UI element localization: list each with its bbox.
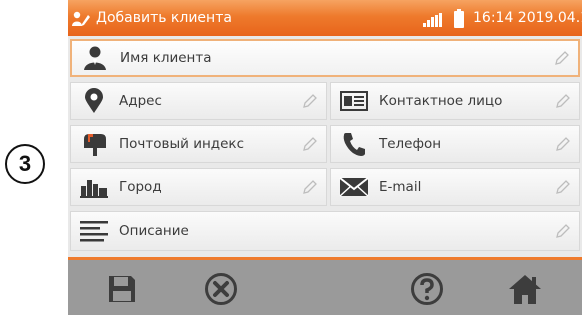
client-name-field[interactable]: Имя клиента: [70, 39, 580, 77]
pencil-icon[interactable]: [302, 93, 318, 109]
person-icon: [80, 45, 110, 71]
address-field[interactable]: Адрес: [70, 82, 327, 120]
pencil-icon[interactable]: [555, 93, 571, 109]
id-card-icon: [339, 88, 369, 114]
postal-code-field[interactable]: Почтовый индекс: [70, 125, 327, 163]
pencil-icon[interactable]: [554, 50, 570, 66]
screen-title: Добавить клиента: [96, 10, 232, 26]
step-marker: 3: [5, 144, 45, 184]
home-icon: [509, 275, 541, 304]
location-pin-icon: [79, 88, 109, 114]
cancel-icon: [205, 273, 237, 305]
save-icon: [109, 276, 135, 302]
cancel-button[interactable]: [201, 269, 241, 309]
help-button[interactable]: [407, 269, 447, 309]
phone-icon: [339, 131, 369, 157]
phone-field[interactable]: Телефон: [330, 125, 580, 163]
clock: 16:14 2019.04.10: [473, 10, 582, 26]
mailbox-icon: [79, 131, 109, 157]
help-icon: [411, 273, 443, 305]
pencil-icon[interactable]: [302, 136, 318, 152]
client-name-label: Имя клиента: [120, 50, 212, 66]
address-label: Адрес: [119, 93, 162, 109]
email-label: E-mail: [379, 179, 422, 195]
pencil-icon[interactable]: [555, 223, 571, 239]
status-bar: Добавить клиента 16:14 2019.04.10: [68, 0, 582, 36]
phone-label: Телефон: [379, 136, 442, 152]
home-button[interactable]: [505, 269, 545, 309]
envelope-icon: [339, 174, 369, 200]
city-icon: [79, 174, 109, 200]
device-screen: Добавить клиента 16:14 2019.04.10 Имя кл…: [68, 0, 582, 315]
person-edit-icon: [72, 11, 90, 26]
signal-icon: [423, 13, 442, 27]
email-field[interactable]: E-mail: [330, 168, 580, 206]
postal-code-label: Почтовый индекс: [119, 136, 245, 152]
pencil-icon[interactable]: [302, 179, 318, 195]
lines-icon: [79, 218, 109, 244]
city-label: Город: [119, 179, 162, 195]
city-field[interactable]: Город: [70, 168, 327, 206]
pencil-icon[interactable]: [555, 136, 571, 152]
battery-icon: [454, 9, 464, 28]
bottom-toolbar: [68, 257, 582, 315]
contact-person-field[interactable]: Контактное лицо: [330, 82, 580, 120]
contact-person-label: Контактное лицо: [379, 93, 503, 109]
save-button[interactable]: [102, 269, 142, 309]
description-label: Описание: [119, 223, 189, 239]
description-field[interactable]: Описание: [70, 211, 580, 251]
pencil-icon[interactable]: [555, 179, 571, 195]
